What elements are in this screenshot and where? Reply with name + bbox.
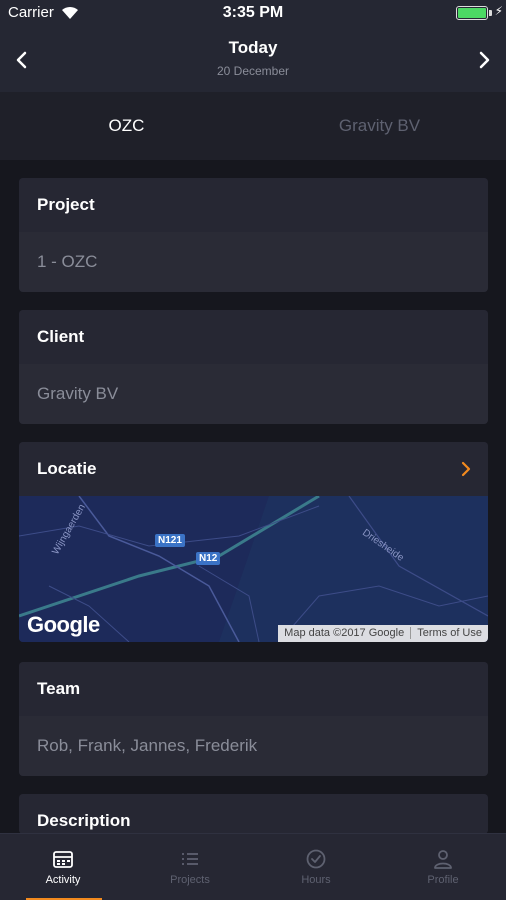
segment-ozc[interactable]: OZC [0, 92, 253, 160]
tab-hours-label: Hours [301, 874, 331, 886]
tab-profile[interactable]: Profile [380, 834, 506, 900]
road-label-n121: N121 [155, 534, 185, 547]
team-label: Team [19, 662, 488, 716]
list-icon [182, 853, 198, 865]
map-data-text: Map data ©2017 Google [284, 627, 405, 639]
next-day-button[interactable] [472, 48, 496, 72]
page-date: 20 December [216, 64, 290, 78]
calendar-icon [53, 851, 73, 868]
navigation-bar: Today 20 December [0, 26, 506, 92]
terms-of-use-link[interactable]: Terms of Use [410, 627, 488, 639]
project-label: Project [19, 178, 488, 232]
person-icon [434, 850, 452, 869]
location-map[interactable]: N121 N12 Wijngaerden Driesheide Google M… [19, 496, 488, 642]
client-label: Client [19, 310, 488, 364]
clock-check-icon [306, 849, 326, 869]
team-card: Team Rob, Frank, Jannes, Frederik [19, 662, 488, 776]
status-time: 3:35 PM [222, 4, 284, 21]
project-card: Project 1 - OZC [19, 178, 488, 292]
google-logo: Google [27, 612, 100, 637]
segment-gravity-bv[interactable]: Gravity BV [253, 92, 506, 160]
road-label-n12: N12 [196, 552, 221, 565]
tab-hours[interactable]: Hours [253, 834, 379, 900]
project-value: 1 - OZC [19, 232, 488, 292]
tab-projects-label: Projects [170, 874, 210, 886]
project-segment-control: OZC Gravity BV [0, 92, 506, 160]
page-title: Today [228, 38, 278, 57]
location-label: Locatie [37, 459, 97, 478]
charging-icon: ⚡ [494, 4, 503, 18]
description-card: Description [19, 794, 488, 834]
tab-activity-label: Activity [45, 874, 81, 886]
client-card: Client Gravity BV [19, 310, 488, 424]
client-value: Gravity BV [19, 364, 488, 424]
tab-projects[interactable]: Projects [127, 834, 253, 900]
battery-icon [456, 6, 488, 20]
team-value: Rob, Frank, Jannes, Frederik [19, 716, 488, 776]
map-attribution: Map data ©2017 Google Terms of Use [278, 625, 488, 642]
tab-activity[interactable]: Activity [0, 834, 126, 900]
status-bar: Carrier 3:35 PM ⚡ [0, 0, 506, 26]
tab-profile-label: Profile [427, 874, 459, 886]
location-header[interactable]: Locatie [19, 442, 488, 496]
chevron-right-icon[interactable] [460, 460, 472, 478]
tab-bar: Activity Projects Hours Profile [0, 833, 506, 900]
description-label: Description [19, 794, 488, 834]
location-card: Locatie N121 N12 Wijngaerden Driesheide … [19, 442, 488, 642]
